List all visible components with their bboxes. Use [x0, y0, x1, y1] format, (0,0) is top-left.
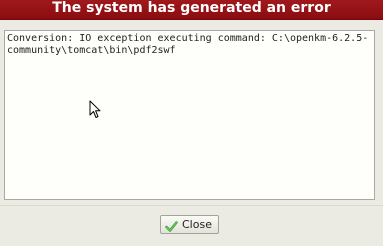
- mouse-pointer-icon: [89, 100, 101, 119]
- error-dialog: The system has generated an error Conver…: [0, 0, 383, 246]
- error-message-text: Conversion: IO exception executing comma…: [4, 30, 375, 200]
- message-box-edge: [375, 30, 383, 200]
- footer-divider: [0, 205, 383, 206]
- check-icon: [165, 218, 178, 232]
- titlebar-divider: [0, 19, 383, 20]
- close-button[interactable]: Close: [160, 215, 219, 234]
- dialog-title: The system has generated an error: [0, 0, 383, 19]
- close-button-label: Close: [182, 218, 212, 231]
